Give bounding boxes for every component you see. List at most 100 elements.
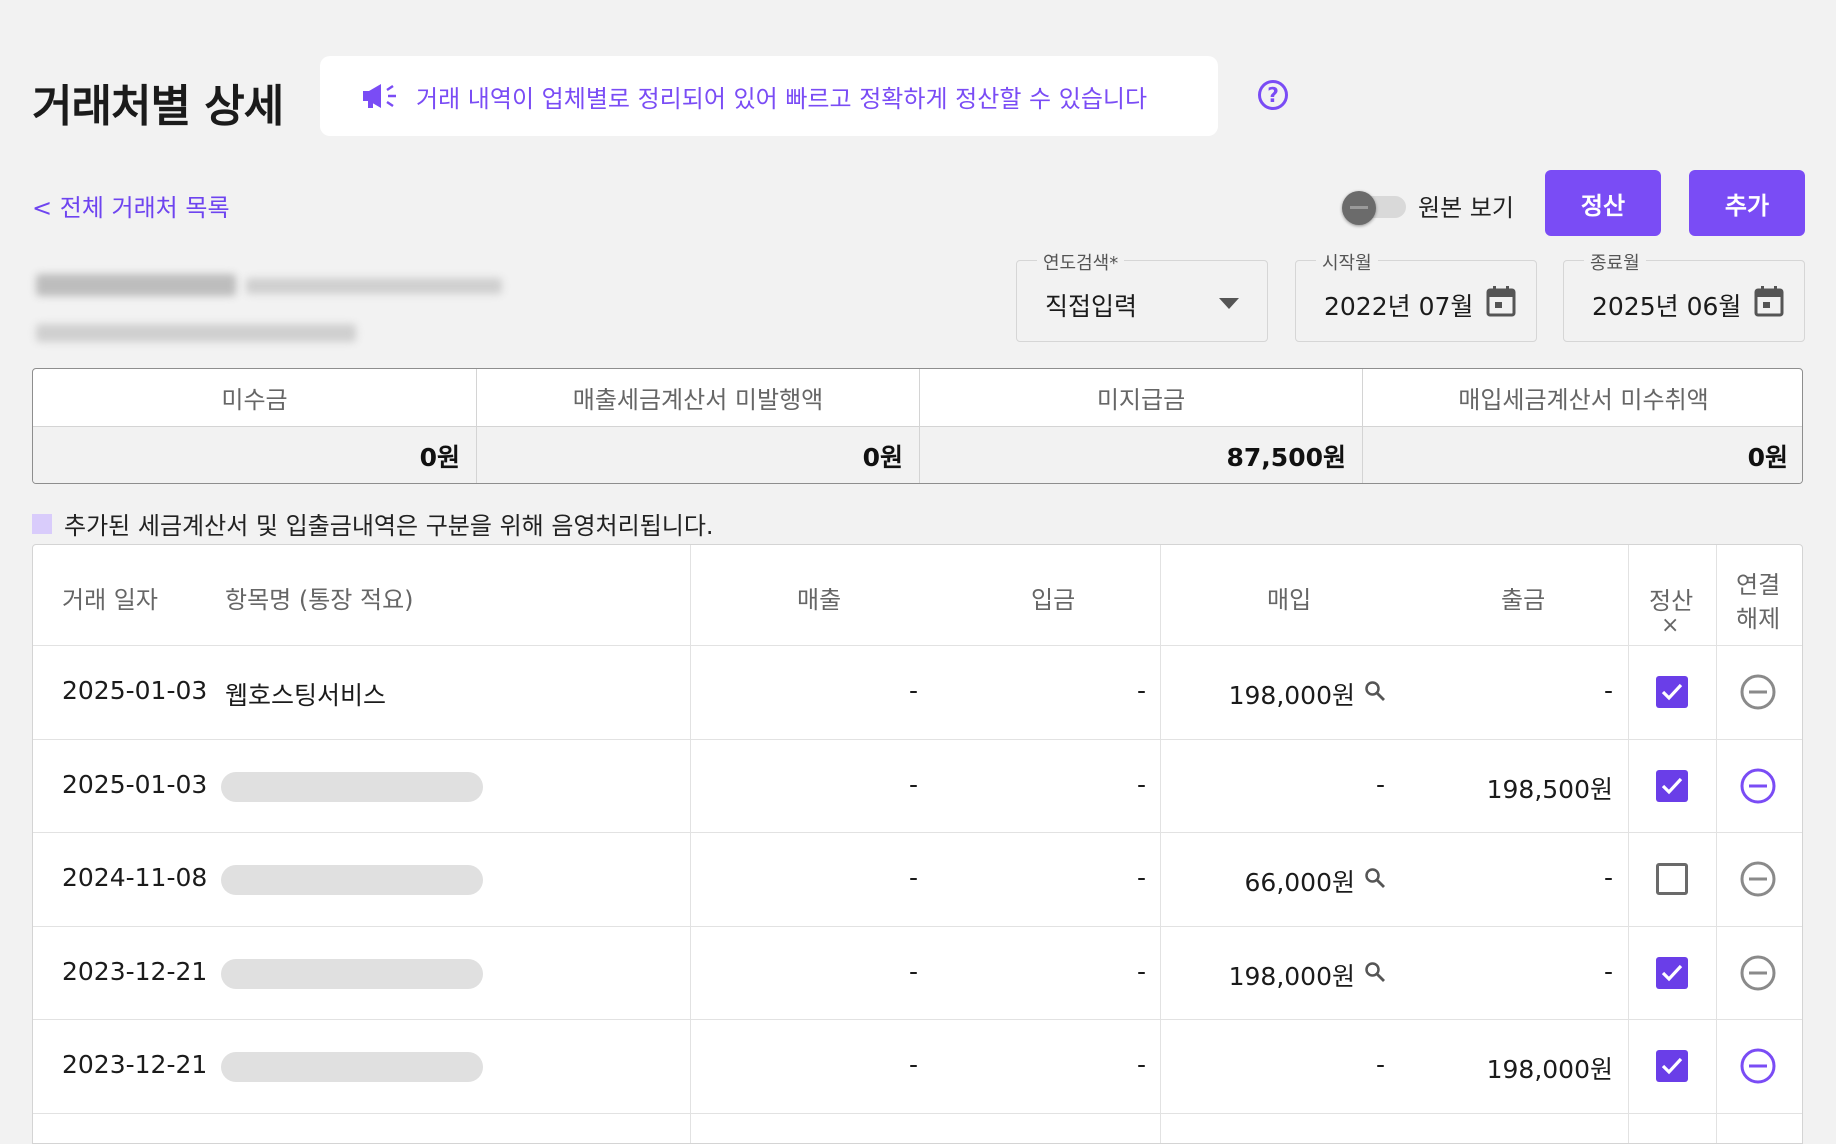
summary-header: 매출세금계산서 미발행액 <box>477 369 919 427</box>
help-icon[interactable]: ? <box>1258 80 1288 110</box>
row-deposit: - <box>1136 957 1146 986</box>
settle-checkbox[interactable] <box>1656 770 1688 802</box>
settle-checkbox[interactable] <box>1656 957 1688 989</box>
row-date: 2025-01-03 <box>62 770 208 799</box>
col-header-settle: 정산 <box>1649 587 1694 615</box>
summary-value: 0원 <box>1363 427 1802 483</box>
company-reg-redacted <box>246 278 502 294</box>
check-icon <box>1661 683 1683 701</box>
row-item-redacted <box>221 1052 483 1082</box>
row-purchase: 198,000원 <box>1228 962 1355 991</box>
row-date: 2024-11-08 <box>62 863 208 892</box>
summary-value: 0원 <box>477 427 919 483</box>
unlink-minus-icon[interactable] <box>1739 954 1777 992</box>
legend-text: 추가된 세금계산서 및 입출금내역은 구분을 위해 음영처리됩니다. <box>64 512 714 540</box>
col-header-deposit[interactable]: 입금 <box>1031 580 1075 615</box>
row-sales: - <box>908 676 918 705</box>
caret-down-icon <box>1219 295 1239 314</box>
year-search-select[interactable]: 연도검색* 직접입력 <box>1016 249 1268 342</box>
col-header-withdrawal[interactable]: 출금 <box>1501 580 1545 615</box>
row-purchase: - <box>1375 1050 1385 1079</box>
summary-header: 미지급금 <box>920 369 1362 427</box>
page-title: 거래처별 상세 <box>32 81 284 132</box>
legend-swatch <box>32 513 52 534</box>
row-sales: - <box>908 863 918 892</box>
col-header-unlink-2: 해제 <box>1736 605 1781 633</box>
company-name-redacted <box>36 274 236 296</box>
calendar-icon[interactable] <box>1754 285 1784 321</box>
row-deposit: - <box>1136 770 1146 799</box>
year-search-value: 직접입력 <box>1045 292 1138 321</box>
col-header-item[interactable]: 항목명 (통장 적요) <box>225 580 414 615</box>
row-deposit: - <box>1136 1050 1146 1079</box>
toggle-switch[interactable] <box>1342 190 1408 225</box>
row-withdrawal: 198,000원 <box>1486 1055 1613 1084</box>
row-item-redacted <box>221 959 483 989</box>
toggle-label: 원본 보기 <box>1418 194 1514 222</box>
row-sales: - <box>908 957 918 986</box>
summary-table: 미수금 0원 매출세금계산서 미발행액 0원 미지급금 87,500원 매입세금… <box>32 368 1803 484</box>
col-header-unlink-1: 연결 <box>1736 571 1781 599</box>
row-purchase: - <box>1375 770 1385 799</box>
search-icon[interactable] <box>1364 680 1386 706</box>
check-icon <box>1661 964 1683 982</box>
row-withdrawal: 198,500원 <box>1486 775 1613 804</box>
row-withdrawal: - <box>1603 676 1613 705</box>
year-search-label: 연도검색* <box>1037 249 1125 275</box>
summary-purchase-invoice-unreceived: 매입세금계산서 미수취액 0원 <box>1362 369 1802 483</box>
unlink-minus-icon[interactable] <box>1739 1047 1777 1085</box>
start-month-label: 시작월 <box>1316 249 1378 275</box>
summary-value: 87,500원 <box>920 427 1362 483</box>
row-sales: - <box>908 770 918 799</box>
row-deposit: - <box>1136 676 1146 705</box>
start-month-value: 2022년 07월 <box>1324 292 1474 321</box>
summary-header: 매입세금계산서 미수취액 <box>1363 369 1802 427</box>
row-sales: - <box>908 1050 918 1079</box>
search-icon[interactable] <box>1364 961 1386 987</box>
start-month-field[interactable]: 시작월 2022년 07월 <box>1295 249 1537 342</box>
transactions-table: 거래 일자 항목명 (통장 적요) 매출 입금 매입 출금 정산 × 연결 해제… <box>32 544 1803 1144</box>
col-header-date[interactable]: 거래 일자 <box>62 580 158 615</box>
toggle-knob-icon <box>1342 190 1376 225</box>
settle-checkbox[interactable] <box>1656 676 1688 708</box>
summary-payable: 미지급금 87,500원 <box>919 369 1362 483</box>
shading-legend: 추가된 세금계산서 및 입출금내역은 구분을 위해 음영처리됩니다. <box>32 506 714 541</box>
row-purchase: 66,000원 <box>1244 868 1355 897</box>
row-purchase: 198,000원 <box>1228 681 1355 710</box>
row-date: 2023-12-21 <box>62 1050 208 1079</box>
add-button[interactable]: 추가 <box>1689 170 1805 236</box>
original-view-toggle[interactable]: 원본 보기 <box>1342 188 1514 225</box>
settle-button[interactable]: 정산 <box>1545 170 1661 236</box>
company-address-redacted <box>36 324 356 342</box>
notice-text: 거래 내역이 업체별로 정리되어 있어 빠르고 정확하게 정산할 수 있습니다 <box>416 84 1148 113</box>
back-to-list-link[interactable]: < 전체 거래처 목록 <box>32 188 230 223</box>
clear-settle-icon[interactable]: × <box>1661 613 1679 638</box>
unlink-minus-icon[interactable] <box>1739 767 1777 805</box>
row-item-redacted <box>221 772 483 802</box>
row-date: 2023-12-21 <box>62 957 208 986</box>
unlink-minus-icon[interactable] <box>1739 673 1777 711</box>
row-withdrawal: - <box>1603 863 1613 892</box>
summary-value: 0원 <box>33 427 476 483</box>
summary-receivable: 미수금 0원 <box>33 369 476 483</box>
row-withdrawal: - <box>1603 957 1613 986</box>
unlink-minus-icon[interactable] <box>1739 860 1777 898</box>
col-header-purchase[interactable]: 매입 <box>1267 580 1311 615</box>
calendar-icon[interactable] <box>1486 285 1516 321</box>
search-icon[interactable] <box>1364 867 1386 893</box>
summary-sales-invoice-unissued: 매출세금계산서 미발행액 0원 <box>476 369 919 483</box>
row-date: 2025-01-03 <box>62 676 208 705</box>
row-item-redacted <box>221 865 483 895</box>
end-month-field[interactable]: 종료월 2025년 06월 <box>1563 249 1805 342</box>
check-icon <box>1661 1057 1683 1075</box>
col-header-sales[interactable]: 매출 <box>797 580 841 615</box>
settle-checkbox[interactable] <box>1656 863 1688 895</box>
row-deposit: - <box>1136 863 1146 892</box>
settle-checkbox[interactable] <box>1656 1050 1688 1082</box>
megaphone-icon <box>360 76 400 116</box>
notice-banner: 거래 내역이 업체별로 정리되어 있어 빠르고 정확하게 정산할 수 있습니다 <box>320 56 1218 136</box>
end-month-label: 종료월 <box>1584 249 1646 275</box>
row-item: 웹호스팅서비스 <box>225 681 387 710</box>
end-month-value: 2025년 06월 <box>1592 292 1742 321</box>
summary-header: 미수금 <box>33 369 476 427</box>
